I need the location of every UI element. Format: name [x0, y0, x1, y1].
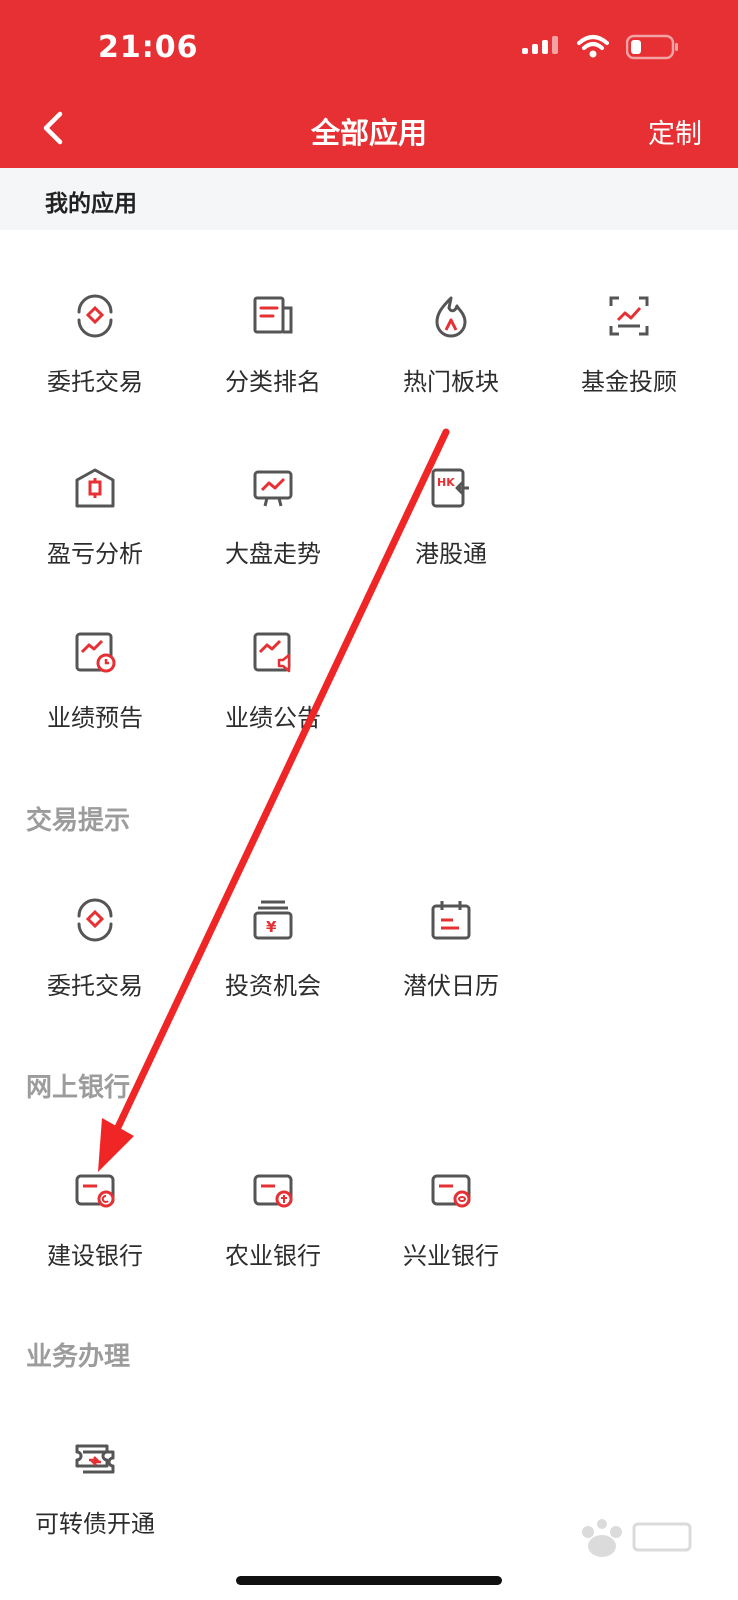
profit-analysis-icon	[75, 468, 115, 508]
app-label: 投资机会	[225, 972, 321, 1000]
app-label: 可转债开通	[35, 1510, 155, 1538]
flame-icon	[435, 296, 467, 338]
app-item-entrust-trade[interactable]: 委托交易	[4, 294, 186, 397]
entrust-icon	[77, 898, 113, 942]
app-label: 兴业银行	[403, 1242, 499, 1270]
signal-icon	[522, 36, 558, 54]
convertible-bond-icon	[75, 1444, 115, 1474]
my-apps-title: 我的应用	[45, 191, 137, 217]
app-item-fund-advisor[interactable]: 基金投顾	[538, 294, 720, 397]
battery-icon	[626, 34, 678, 60]
app-header: 21:06 全部应用 定制	[0, 0, 738, 168]
app-item-hk-connect[interactable]: HK 港股通	[360, 466, 542, 569]
fund-advisor-icon	[609, 296, 649, 336]
earnings-forecast-icon	[75, 632, 116, 673]
section-title-business: 业务办理	[26, 1342, 131, 1372]
app-item-profit-analysis[interactable]: 盈亏分析	[4, 466, 186, 569]
customize-button[interactable]: 定制	[648, 112, 702, 151]
home-indicator[interactable]	[236, 1576, 502, 1585]
app-item-entrust-trade-2[interactable]: 委托交易	[4, 898, 186, 1001]
app-label: 业绩公告	[225, 704, 321, 732]
opportunity-icon: ¥	[253, 900, 293, 940]
app-item-abc[interactable]: 农业银行	[182, 1168, 364, 1271]
app-item-convertible-bond[interactable]: 可转债开通	[4, 1436, 186, 1539]
calendar-icon	[431, 901, 471, 940]
app-item-earnings-forecast[interactable]: 业绩预告	[4, 630, 186, 733]
app-item-calendar[interactable]: 潜伏日历	[360, 898, 542, 1001]
app-label: 港股通	[415, 540, 487, 568]
earnings-announce-icon	[253, 632, 291, 673]
hk-connect-icon: HK	[431, 468, 469, 508]
app-item-cib[interactable]: 兴业银行	[360, 1168, 542, 1271]
app-label: 潜伏日历	[403, 972, 499, 1000]
app-item-market-trend[interactable]: 大盘走势	[182, 466, 364, 569]
bank-card-icon	[253, 1174, 293, 1208]
app-label: 盈亏分析	[47, 540, 143, 568]
app-item-investment-opportunity[interactable]: ¥ 投资机会	[182, 898, 364, 1001]
app-item-category-ranking[interactable]: 分类排名	[182, 294, 364, 397]
status-time: 21:06	[98, 30, 199, 65]
svg-text:HK: HK	[437, 476, 455, 489]
app-item-ccb[interactable]: 建设银行	[4, 1168, 186, 1271]
section-title-trade-tips: 交易提示	[26, 806, 131, 836]
wifi-icon	[577, 35, 609, 58]
app-label: 委托交易	[47, 368, 143, 396]
app-label: 业绩预告	[47, 704, 143, 732]
app-label: 热门板块	[403, 368, 499, 396]
my-apps-section-header: 我的应用	[0, 168, 738, 230]
market-trend-icon	[253, 470, 293, 507]
bank-card-icon	[75, 1174, 115, 1208]
app-label: 分类排名	[225, 368, 321, 396]
bank-card-icon	[431, 1174, 471, 1208]
section-title-online-bank: 网上银行	[26, 1073, 131, 1103]
app-label: 农业银行	[225, 1242, 321, 1270]
svg-text:¥: ¥	[266, 918, 277, 936]
status-icons	[522, 34, 680, 60]
app-label: 大盘走势	[225, 540, 321, 568]
page-title: 全部应用	[310, 116, 427, 150]
baidu-watermark	[582, 1519, 692, 1557]
app-label: 建设银行	[47, 1242, 143, 1270]
app-item-hot-sectors[interactable]: 热门板块	[360, 294, 542, 397]
app-label: 委托交易	[47, 972, 143, 1000]
app-label: 基金投顾	[581, 368, 677, 396]
ranking-icon	[253, 296, 293, 334]
entrust-icon	[77, 294, 113, 338]
app-item-earnings-announcement[interactable]: 业绩公告	[182, 630, 364, 733]
